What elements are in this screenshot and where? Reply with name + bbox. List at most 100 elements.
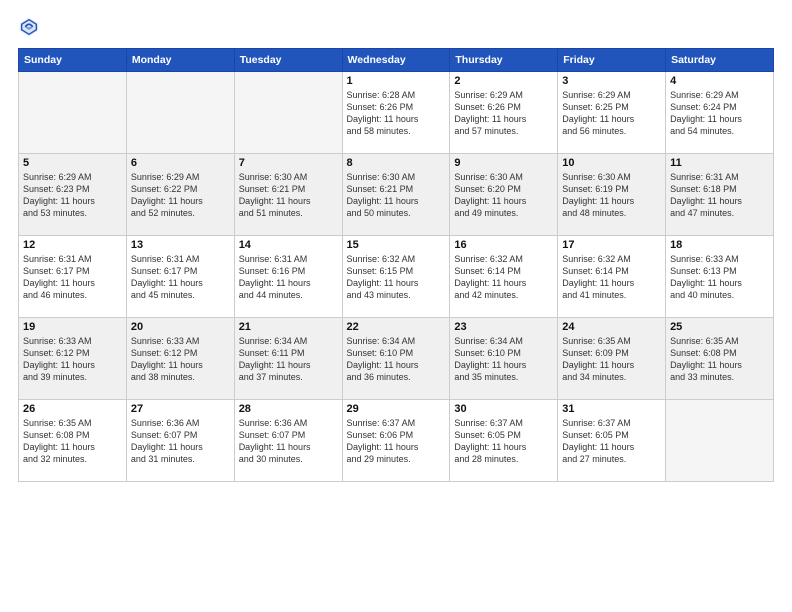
calendar-cell: 15 Sunrise: 6:32 AM Sunset: 6:15 PM Dayli… xyxy=(342,236,450,318)
calendar-cell: 29 Sunrise: 6:37 AM Sunset: 6:06 PM Dayli… xyxy=(342,400,450,482)
day-number: 6 xyxy=(131,157,230,169)
header xyxy=(18,16,774,38)
calendar-cell: 7Sunrise: 6:30 AM Sunset: 6:21 PM Daylig… xyxy=(234,154,342,236)
calendar-cell xyxy=(666,400,774,482)
calendar-cell: 22 Sunrise: 6:34 AM Sunset: 6:10 PM Dayli… xyxy=(342,318,450,400)
calendar-cell xyxy=(234,72,342,154)
day-number: 23 xyxy=(454,321,553,333)
day-number: 2 xyxy=(454,75,553,87)
calendar-cell: 21 Sunrise: 6:34 AM Sunset: 6:11 PM Dayli… xyxy=(234,318,342,400)
calendar-cell: 5 Sunrise: 6:29 AM Sunset: 6:23 PM Daylig… xyxy=(19,154,127,236)
calendar-cell: 30 Sunrise: 6:37 AM Sunset: 6:05 PM Dayli… xyxy=(450,400,558,482)
calendar-cell xyxy=(19,72,127,154)
day-number: 3 xyxy=(562,75,661,87)
day-info: Sunrise: 6:30 AM Sunset: 6:20 PM Dayligh… xyxy=(454,171,553,220)
day-info: Sunrise: 6:35 AM Sunset: 6:08 PM Dayligh… xyxy=(23,417,122,466)
day-number: 29 xyxy=(347,403,446,415)
day-info: Sunrise: 6:29 AM Sunset: 6:22 PM Dayligh… xyxy=(131,171,230,220)
logo xyxy=(18,16,44,38)
day-info: Sunrise: 6:31 AM Sunset: 6:17 PM Dayligh… xyxy=(23,253,122,302)
day-info: Sunrise: 6:37 AM Sunset: 6:05 PM Dayligh… xyxy=(562,417,661,466)
weekday-header-monday: Monday xyxy=(126,49,234,72)
day-number: 22 xyxy=(347,321,446,333)
weekday-header-row: SundayMondayTuesdayWednesdayThursdayFrid… xyxy=(19,49,774,72)
weekday-header-thursday: Thursday xyxy=(450,49,558,72)
calendar-cell: 11 Sunrise: 6:31 AM Sunset: 6:18 PM Dayli… xyxy=(666,154,774,236)
calendar-cell: 23 Sunrise: 6:34 AM Sunset: 6:10 PM Dayli… xyxy=(450,318,558,400)
day-number: 15 xyxy=(347,239,446,251)
weekday-header-sunday: Sunday xyxy=(19,49,127,72)
day-number: 25 xyxy=(670,321,769,333)
day-info: Sunrise: 6:32 AM Sunset: 6:14 PM Dayligh… xyxy=(562,253,661,302)
day-info: Sunrise: 6:34 AM Sunset: 6:10 PM Dayligh… xyxy=(347,335,446,384)
day-number: 19 xyxy=(23,321,122,333)
day-number: 4 xyxy=(670,75,769,87)
weekday-header-saturday: Saturday xyxy=(666,49,774,72)
calendar-cell: 8 Sunrise: 6:30 AM Sunset: 6:21 PM Daylig… xyxy=(342,154,450,236)
day-number: 21 xyxy=(239,321,338,333)
day-number: 27 xyxy=(131,403,230,415)
day-number: 20 xyxy=(131,321,230,333)
day-info: Sunrise: 6:34 AM Sunset: 6:11 PM Dayligh… xyxy=(239,335,338,384)
calendar-week-row: 12Sunrise: 6:31 AM Sunset: 6:17 PM Dayli… xyxy=(19,236,774,318)
day-info: Sunrise: 6:32 AM Sunset: 6:14 PM Dayligh… xyxy=(454,253,553,302)
day-number: 1 xyxy=(347,75,446,87)
day-info: Sunrise: 6:29 AM Sunset: 6:23 PM Dayligh… xyxy=(23,171,122,220)
calendar-cell: 24Sunrise: 6:35 AM Sunset: 6:09 PM Dayli… xyxy=(558,318,666,400)
day-info: Sunrise: 6:33 AM Sunset: 6:12 PM Dayligh… xyxy=(131,335,230,384)
day-number: 24 xyxy=(562,321,661,333)
calendar-cell xyxy=(126,72,234,154)
day-info: Sunrise: 6:37 AM Sunset: 6:05 PM Dayligh… xyxy=(454,417,553,466)
day-number: 30 xyxy=(454,403,553,415)
calendar-cell: 27 Sunrise: 6:36 AM Sunset: 6:07 PM Dayli… xyxy=(126,400,234,482)
calendar-cell: 2 Sunrise: 6:29 AM Sunset: 6:26 PM Daylig… xyxy=(450,72,558,154)
day-number: 26 xyxy=(23,403,122,415)
day-number: 7 xyxy=(239,157,338,169)
calendar-cell: 4 Sunrise: 6:29 AM Sunset: 6:24 PM Daylig… xyxy=(666,72,774,154)
day-info: Sunrise: 6:36 AM Sunset: 6:07 PM Dayligh… xyxy=(239,417,338,466)
calendar-cell: 19 Sunrise: 6:33 AM Sunset: 6:12 PM Dayli… xyxy=(19,318,127,400)
calendar-cell: 14Sunrise: 6:31 AM Sunset: 6:16 PM Dayli… xyxy=(234,236,342,318)
calendar-cell: 1 Sunrise: 6:28 AM Sunset: 6:26 PM Daylig… xyxy=(342,72,450,154)
day-info: Sunrise: 6:34 AM Sunset: 6:10 PM Dayligh… xyxy=(454,335,553,384)
calendar-cell: 20 Sunrise: 6:33 AM Sunset: 6:12 PM Dayli… xyxy=(126,318,234,400)
day-number: 31 xyxy=(562,403,661,415)
calendar-week-row: 26 Sunrise: 6:35 AM Sunset: 6:08 PM Dayli… xyxy=(19,400,774,482)
weekday-header-tuesday: Tuesday xyxy=(234,49,342,72)
calendar-cell: 10Sunrise: 6:30 AM Sunset: 6:19 PM Dayli… xyxy=(558,154,666,236)
day-info: Sunrise: 6:30 AM Sunset: 6:19 PM Dayligh… xyxy=(562,171,661,220)
calendar-week-row: 19 Sunrise: 6:33 AM Sunset: 6:12 PM Dayli… xyxy=(19,318,774,400)
day-info: Sunrise: 6:36 AM Sunset: 6:07 PM Dayligh… xyxy=(131,417,230,466)
day-info: Sunrise: 6:31 AM Sunset: 6:18 PM Dayligh… xyxy=(670,171,769,220)
day-info: Sunrise: 6:28 AM Sunset: 6:26 PM Dayligh… xyxy=(347,89,446,138)
day-number: 11 xyxy=(670,157,769,169)
day-number: 14 xyxy=(239,239,338,251)
day-number: 18 xyxy=(670,239,769,251)
calendar-cell: 26 Sunrise: 6:35 AM Sunset: 6:08 PM Dayli… xyxy=(19,400,127,482)
calendar-cell: 25 Sunrise: 6:35 AM Sunset: 6:08 PM Dayli… xyxy=(666,318,774,400)
calendar-cell: 6 Sunrise: 6:29 AM Sunset: 6:22 PM Daylig… xyxy=(126,154,234,236)
calendar-cell: 18Sunrise: 6:33 AM Sunset: 6:13 PM Dayli… xyxy=(666,236,774,318)
day-number: 28 xyxy=(239,403,338,415)
day-info: Sunrise: 6:37 AM Sunset: 6:06 PM Dayligh… xyxy=(347,417,446,466)
day-info: Sunrise: 6:29 AM Sunset: 6:25 PM Dayligh… xyxy=(562,89,661,138)
day-number: 9 xyxy=(454,157,553,169)
day-number: 5 xyxy=(23,157,122,169)
calendar-week-row: 5 Sunrise: 6:29 AM Sunset: 6:23 PM Daylig… xyxy=(19,154,774,236)
weekday-header-friday: Friday xyxy=(558,49,666,72)
day-info: Sunrise: 6:31 AM Sunset: 6:17 PM Dayligh… xyxy=(131,253,230,302)
day-info: Sunrise: 6:32 AM Sunset: 6:15 PM Dayligh… xyxy=(347,253,446,302)
day-number: 8 xyxy=(347,157,446,169)
calendar-cell: 17Sunrise: 6:32 AM Sunset: 6:14 PM Dayli… xyxy=(558,236,666,318)
day-info: Sunrise: 6:29 AM Sunset: 6:24 PM Dayligh… xyxy=(670,89,769,138)
calendar-cell: 9 Sunrise: 6:30 AM Sunset: 6:20 PM Daylig… xyxy=(450,154,558,236)
day-info: Sunrise: 6:35 AM Sunset: 6:08 PM Dayligh… xyxy=(670,335,769,384)
day-info: Sunrise: 6:33 AM Sunset: 6:12 PM Dayligh… xyxy=(23,335,122,384)
day-info: Sunrise: 6:30 AM Sunset: 6:21 PM Dayligh… xyxy=(347,171,446,220)
logo-icon xyxy=(18,16,40,38)
calendar-page: SundayMondayTuesdayWednesdayThursdayFrid… xyxy=(0,0,792,612)
day-number: 13 xyxy=(131,239,230,251)
day-number: 16 xyxy=(454,239,553,251)
day-info: Sunrise: 6:29 AM Sunset: 6:26 PM Dayligh… xyxy=(454,89,553,138)
calendar-cell: 13 Sunrise: 6:31 AM Sunset: 6:17 PM Dayli… xyxy=(126,236,234,318)
